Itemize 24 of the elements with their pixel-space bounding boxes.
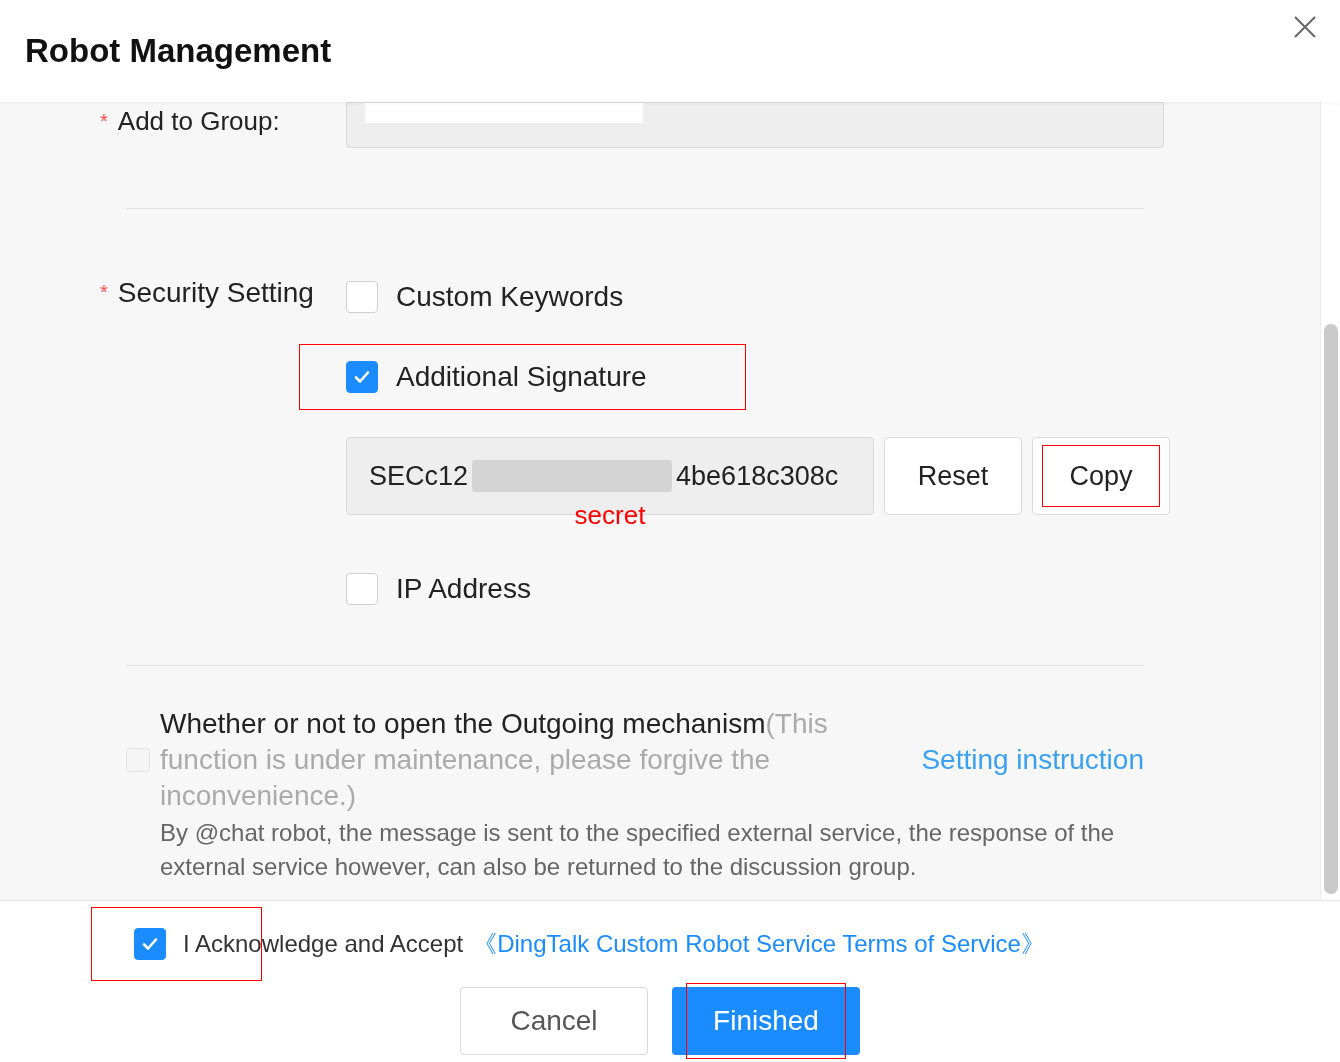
checkmark-icon bbox=[141, 935, 159, 953]
option-label: IP Address bbox=[396, 572, 531, 606]
required-mark: * bbox=[100, 280, 108, 305]
reset-button[interactable]: Reset bbox=[884, 437, 1022, 515]
checkbox[interactable] bbox=[346, 573, 378, 605]
option-label: Whether or not to open the Outgoing mechanism(This function is under maintenance, please forgive the inconvenience.) bbox=[160, 707, 829, 813]
close-icon[interactable] bbox=[1292, 14, 1318, 40]
checkbox[interactable] bbox=[346, 281, 378, 313]
dialog-title: Robot Management bbox=[25, 31, 332, 72]
secret-value: SECc12 bbox=[369, 459, 469, 493]
field-label: Security Setting bbox=[117, 277, 314, 309]
required-mark: * bbox=[100, 109, 108, 134]
option-label: Additional Signature bbox=[396, 360, 647, 394]
cancel-button[interactable]: Cancel bbox=[460, 987, 648, 1055]
description-text: By @chat robot, the message is sent to the specified external service, the response of the external service however, can also be returned to the discussion group. bbox=[160, 818, 1116, 882]
checkmark-icon bbox=[353, 368, 371, 386]
group-select-field[interactable] bbox=[346, 102, 1164, 148]
field-label: Add to Group: bbox=[117, 106, 280, 136]
copy-button[interactable]: Copy bbox=[1032, 437, 1170, 515]
secret-value: 4be618c308c bbox=[676, 459, 839, 493]
checkbox[interactable] bbox=[134, 928, 166, 960]
option-label: Custom Keywords bbox=[396, 280, 624, 314]
scrollbar-thumb[interactable] bbox=[1323, 324, 1338, 894]
checkbox[interactable] bbox=[346, 361, 378, 393]
